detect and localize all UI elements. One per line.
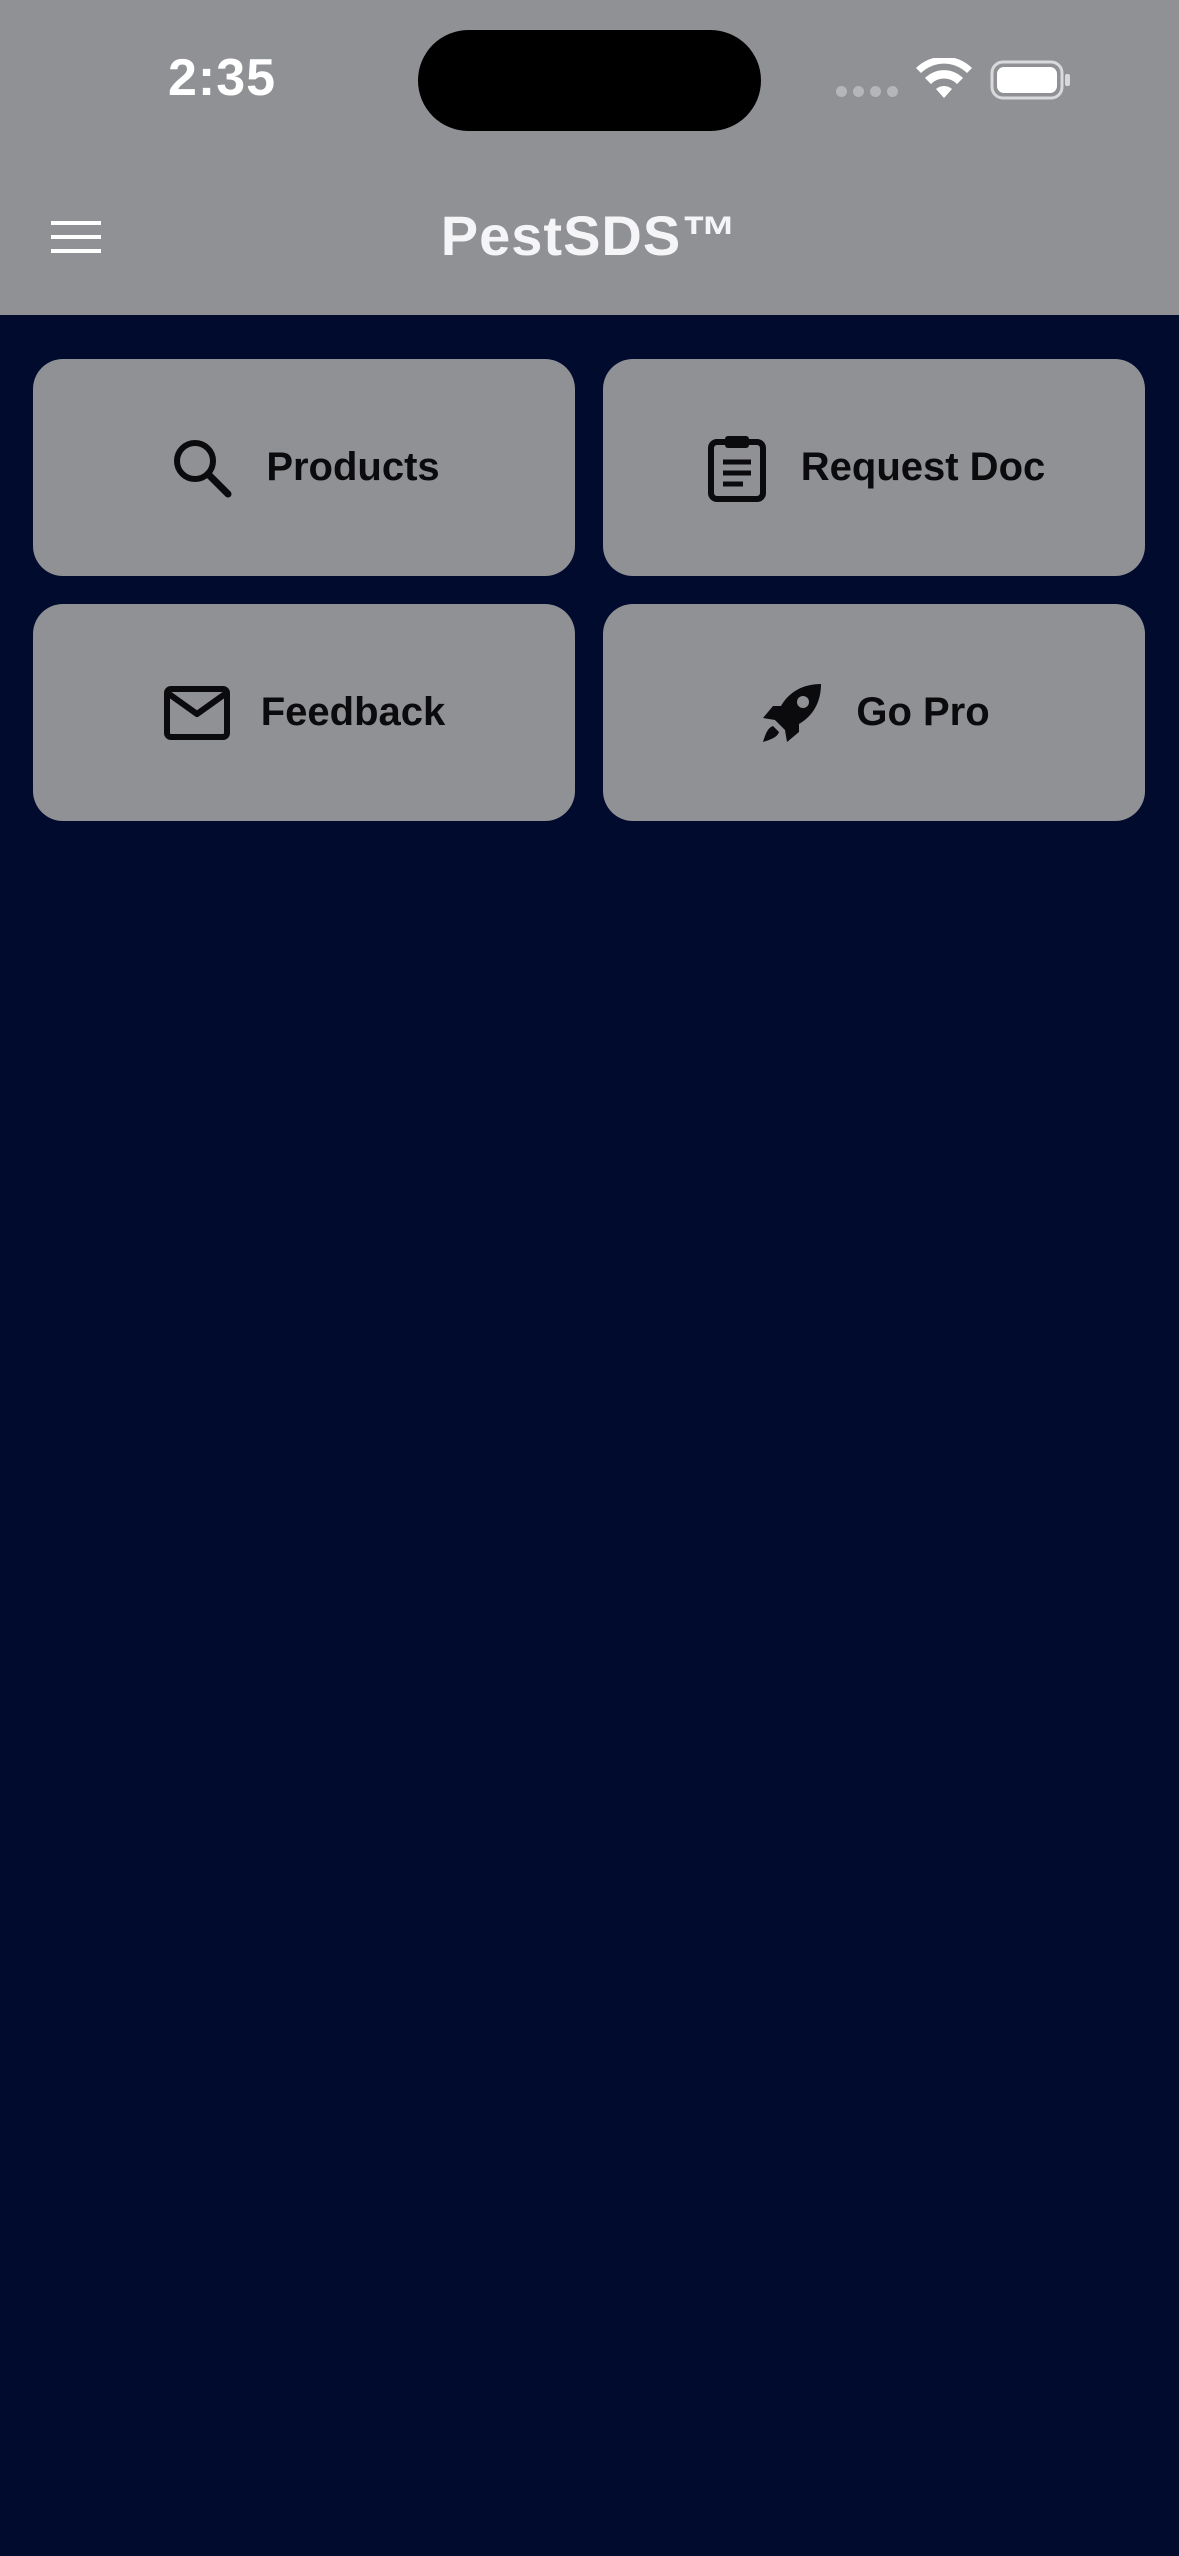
go-pro-label: Go Pro [856, 690, 990, 734]
search-icon [168, 434, 236, 502]
products-label: Products [266, 445, 440, 489]
feedback-button[interactable]: Feedback [33, 604, 575, 821]
status-time: 2:35 [168, 49, 277, 107]
rocket-icon [758, 679, 826, 747]
mail-icon [163, 679, 231, 747]
app-screen: 2:35 PestSDS™ Products Request Doc Feedb… [0, 0, 1179, 2556]
feedback-label: Feedback [260, 690, 446, 734]
request-doc-label: Request Doc [800, 445, 1046, 489]
cellular-signal-icon [836, 86, 898, 98]
wifi-icon [915, 56, 973, 100]
go-pro-button[interactable]: Go Pro [603, 604, 1145, 821]
request-doc-button[interactable]: Request Doc [603, 359, 1145, 576]
dynamic-island [418, 30, 761, 131]
app-title: PestSDS™ [440, 204, 739, 267]
products-button[interactable]: Products [33, 359, 575, 576]
clipboard-icon [703, 434, 771, 502]
top-app-bar: 2:35 PestSDS™ [0, 0, 1179, 315]
battery-icon [990, 60, 1072, 100]
